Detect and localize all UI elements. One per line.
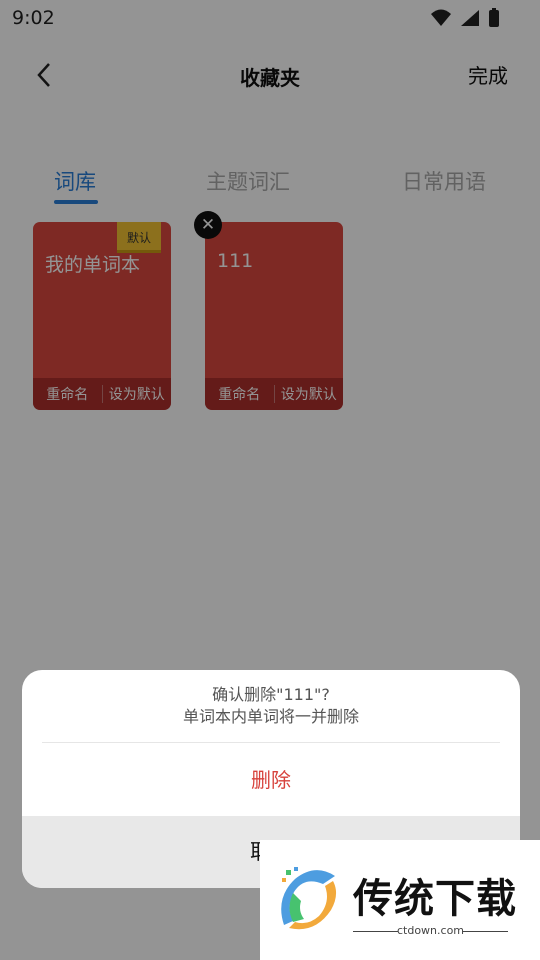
- dialog-divider: [42, 742, 500, 743]
- dialog-title: 确认删除"111"?: [212, 685, 330, 704]
- site-watermark: 传统下载 ctdown.com: [260, 840, 540, 960]
- brand-logo-icon: [281, 867, 337, 930]
- divider-line: [463, 931, 508, 932]
- dialog-message: 确认删除"111"? 单词本内单词将一并删除: [22, 684, 520, 728]
- dialog-subtitle: 单词本内单词将一并删除: [182, 707, 359, 726]
- brand-name: 传统下载: [353, 876, 517, 922]
- confirm-delete-button[interactable]: 删除: [22, 764, 520, 793]
